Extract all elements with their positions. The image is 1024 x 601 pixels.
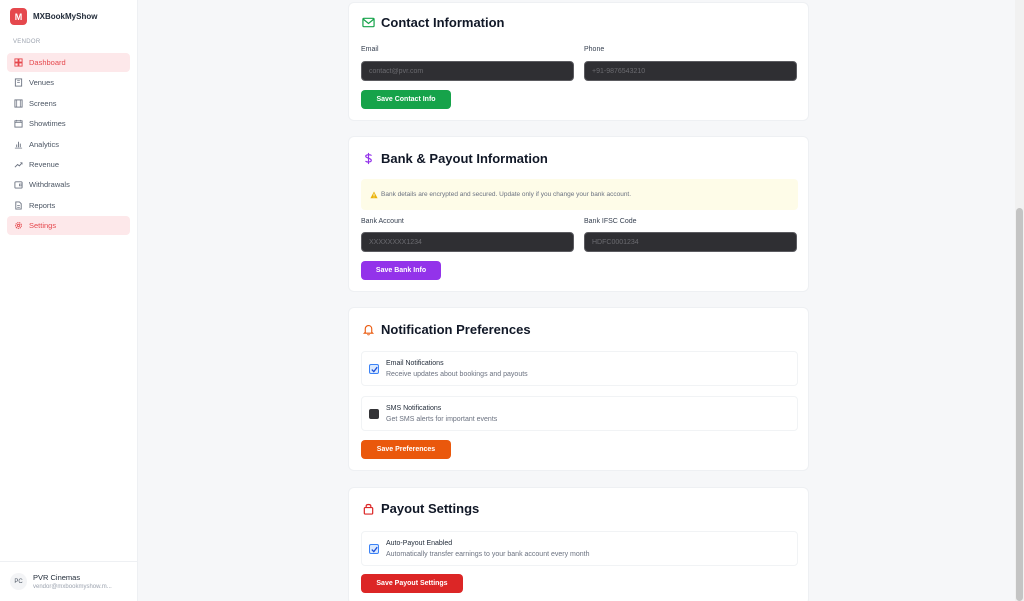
sidebar-item-screens[interactable]: Screens bbox=[7, 94, 130, 113]
sidebar-item-withdrawals[interactable]: Withdrawals bbox=[7, 175, 130, 194]
trending-up-icon bbox=[13, 159, 23, 169]
bar-chart-icon bbox=[13, 139, 23, 149]
save-contact-button[interactable]: Save Contact Info bbox=[361, 90, 451, 109]
page-scrollbar[interactable] bbox=[1015, 0, 1024, 601]
brand[interactable]: M MXBookMyShow bbox=[0, 0, 137, 33]
wallet-icon bbox=[13, 180, 23, 190]
email-notifications-title: Email Notifications bbox=[386, 360, 444, 367]
sidebar-item-label: Analytics bbox=[29, 139, 60, 149]
save-preferences-button[interactable]: Save Preferences bbox=[361, 440, 451, 459]
notifications-card-header: Notification Preferences bbox=[361, 322, 531, 337]
bank-card-header: Bank & Payout Information bbox=[361, 151, 548, 166]
payout-card-header: Payout Settings bbox=[361, 501, 479, 516]
sidebar-item-settings[interactable]: Settings bbox=[7, 216, 130, 236]
bank-card-title: Bank & Payout Information bbox=[381, 151, 548, 166]
sidebar-section-label: VENDOR bbox=[13, 39, 41, 45]
contact-card-header: Contact Information bbox=[361, 15, 505, 30]
sidebar-item-reports[interactable]: Reports bbox=[7, 196, 130, 215]
contact-card: Contact Information Email Phone Save Con… bbox=[348, 2, 809, 121]
brand-name: MXBookMyShow bbox=[33, 12, 98, 21]
user-name: PVR Cinemas bbox=[33, 573, 81, 582]
sidebar-nav: Dashboard Venues Screens Showtimes Analy… bbox=[0, 53, 137, 236]
sidebar-item-label: Reports bbox=[29, 200, 56, 210]
email-notifications-desc: Receive updates about bookings and payou… bbox=[386, 371, 528, 378]
sidebar-item-analytics[interactable]: Analytics bbox=[7, 135, 130, 154]
email-label: Email bbox=[361, 46, 379, 53]
bank-ifsc-label: Bank IFSC Code bbox=[584, 218, 637, 225]
auto-payout-checkbox[interactable] bbox=[369, 544, 379, 554]
sidebar-item-dashboard[interactable]: Dashboard bbox=[7, 53, 130, 72]
sidebar-item-label: Screens bbox=[29, 98, 57, 108]
security-notice: Bank details are encrypted and secured. … bbox=[361, 179, 798, 210]
email-notifications-checkbox[interactable] bbox=[369, 364, 379, 374]
sidebar: M MXBookMyShow VENDOR Dashboard Venues S… bbox=[0, 0, 138, 601]
sms-notifications-desc: Get SMS alerts for important events bbox=[386, 416, 498, 423]
warning-icon bbox=[370, 191, 378, 199]
bank-account-field[interactable] bbox=[361, 232, 574, 252]
email-field[interactable] bbox=[361, 61, 574, 81]
auto-payout-title: Auto-Payout Enabled bbox=[386, 540, 453, 547]
file-icon bbox=[13, 200, 23, 210]
gear-icon bbox=[13, 221, 23, 231]
sidebar-item-label: Venues bbox=[29, 78, 55, 88]
dashboard-icon bbox=[13, 58, 23, 68]
save-bank-button[interactable]: Save Bank Info bbox=[361, 261, 441, 280]
notifications-card-title: Notification Preferences bbox=[381, 322, 531, 337]
brand-logo: M bbox=[10, 8, 27, 25]
auto-payout-desc: Automatically transfer earnings to your … bbox=[386, 551, 590, 558]
sms-notifications-option[interactable]: SMS Notifications Get SMS alerts for imp… bbox=[361, 396, 798, 431]
mail-icon bbox=[361, 16, 375, 30]
building-icon bbox=[13, 78, 23, 88]
sidebar-item-label: Settings bbox=[29, 221, 57, 231]
sms-notifications-title: SMS Notifications bbox=[386, 405, 442, 412]
avatar: PC bbox=[10, 573, 27, 590]
sidebar-item-label: Revenue bbox=[29, 159, 60, 169]
security-notice-text: Bank details are encrypted and secured. … bbox=[381, 191, 632, 198]
contact-card-title: Contact Information bbox=[381, 15, 505, 30]
bank-account-label: Bank Account bbox=[361, 218, 404, 225]
bank-ifsc-field[interactable] bbox=[584, 232, 797, 252]
save-payout-button[interactable]: Save Payout Settings bbox=[361, 574, 463, 593]
sidebar-item-venues[interactable]: Venues bbox=[7, 73, 130, 92]
sidebar-item-showtimes[interactable]: Showtimes bbox=[7, 114, 130, 133]
scrollbar-thumb[interactable] bbox=[1016, 208, 1023, 601]
sidebar-item-label: Dashboard bbox=[29, 58, 66, 67]
calendar-icon bbox=[13, 119, 23, 129]
bank-card: Bank & Payout Information Bank details a… bbox=[348, 136, 809, 292]
phone-field[interactable] bbox=[584, 61, 797, 81]
payout-card: Payout Settings Auto-Payout Enabled Auto… bbox=[348, 487, 809, 601]
user-info: PVR Cinemas vendor@mxbookmyshow.m... bbox=[33, 573, 112, 590]
email-notifications-option[interactable]: Email Notifications Receive updates abou… bbox=[361, 351, 798, 386]
sidebar-item-label: Showtimes bbox=[29, 119, 66, 129]
sms-notifications-checkbox[interactable] bbox=[369, 409, 379, 419]
user-email: vendor@mxbookmyshow.m... bbox=[33, 584, 112, 590]
film-icon bbox=[13, 98, 23, 108]
payout-card-title: Payout Settings bbox=[381, 501, 480, 516]
bell-icon bbox=[361, 323, 375, 337]
sidebar-item-revenue[interactable]: Revenue bbox=[7, 155, 130, 174]
dollar-icon bbox=[361, 152, 375, 166]
notifications-card: Notification Preferences Email Notificat… bbox=[348, 307, 809, 471]
phone-label: Phone bbox=[584, 46, 605, 53]
auto-payout-option[interactable]: Auto-Payout Enabled Automatically transf… bbox=[361, 531, 798, 566]
user-profile[interactable]: PC PVR Cinemas vendor@mxbookmyshow.m... bbox=[0, 561, 138, 601]
lock-icon bbox=[361, 502, 375, 516]
sidebar-item-label: Withdrawals bbox=[29, 180, 70, 190]
